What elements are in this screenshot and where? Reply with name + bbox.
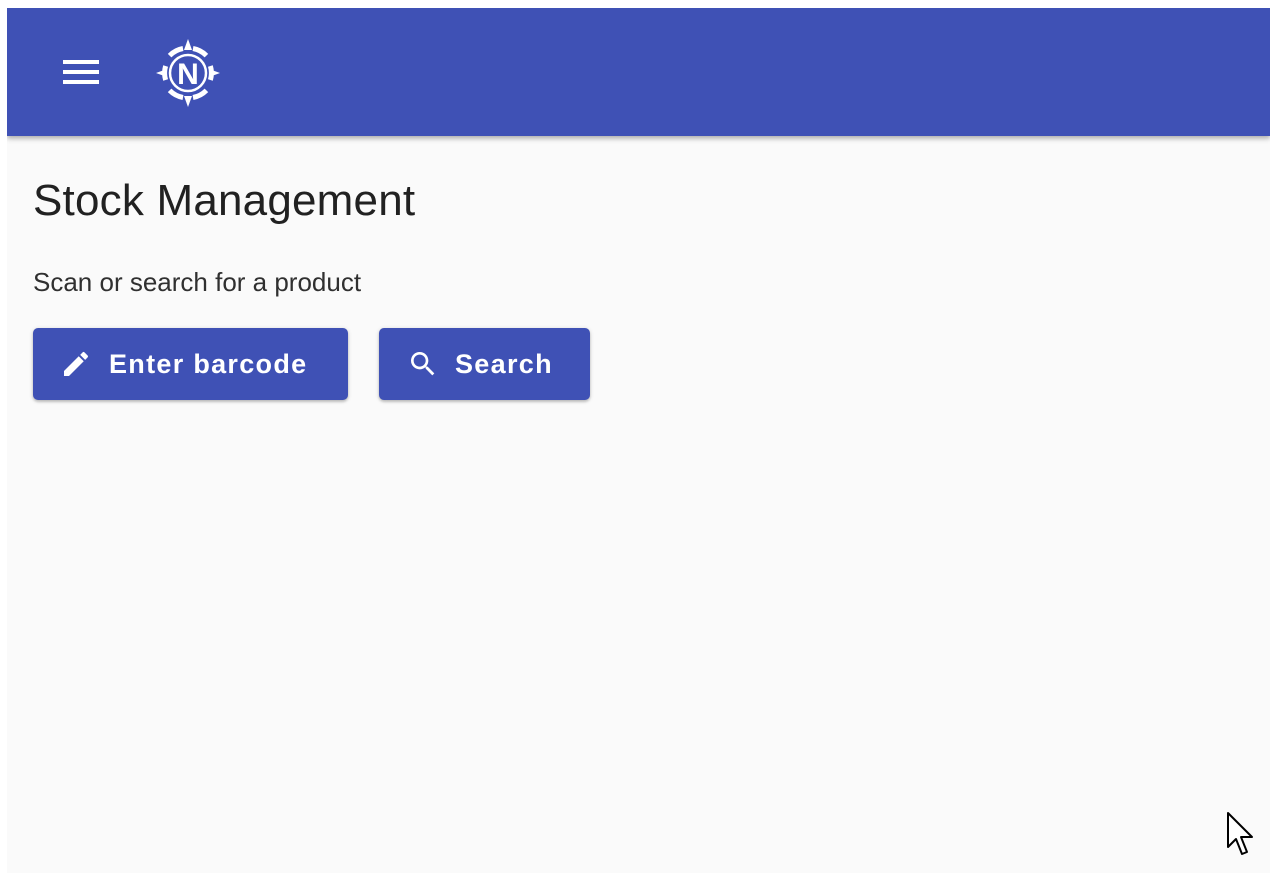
search-button[interactable]: Search — [379, 328, 590, 400]
pencil-icon — [59, 347, 93, 381]
enter-barcode-button[interactable]: Enter barcode — [33, 328, 348, 400]
top-app-bar: N — [7, 8, 1270, 136]
app-window: N Stock Management Scan or search for a … — [7, 8, 1270, 873]
menu-button[interactable] — [55, 48, 107, 96]
mouse-cursor-icon — [1227, 812, 1253, 855]
compass-n-logo-icon: N — [155, 38, 221, 108]
logo-letter: N — [177, 58, 199, 91]
hamburger-menu-icon — [63, 60, 99, 84]
page-title: Stock Management — [33, 176, 416, 225]
search-label: Search — [455, 348, 553, 379]
search-icon — [406, 347, 440, 381]
page-subtitle: Scan or search for a product — [33, 267, 362, 297]
enter-barcode-label: Enter barcode — [109, 348, 308, 379]
